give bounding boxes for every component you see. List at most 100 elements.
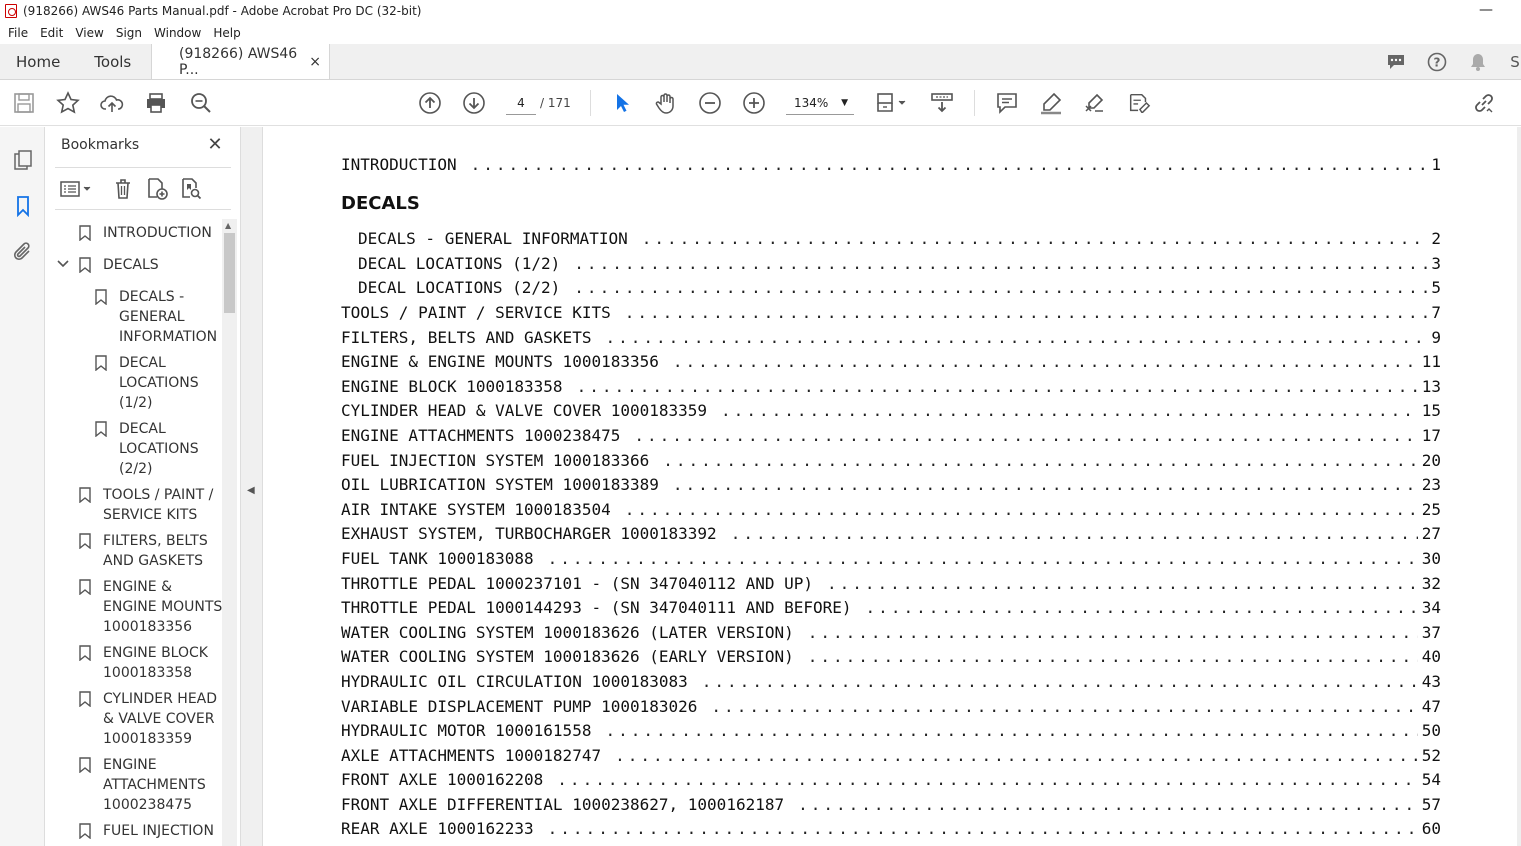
toc-row[interactable]: INTRODUCTION............................… bbox=[341, 155, 1441, 179]
bookmark-star-icon[interactable] bbox=[56, 91, 80, 115]
toc-row[interactable]: AIR INTAKE SYSTEM 1000183504............… bbox=[341, 500, 1441, 524]
toc-row[interactable]: ENGINE BLOCK 1000183358.................… bbox=[341, 377, 1441, 401]
toc-row[interactable]: WATER COOLING SYSTEM 1000183626 (LATER V… bbox=[341, 623, 1441, 647]
bookmark-tools-paint-service-kits[interactable]: TOOLS / PAINT / SERVICE KITS bbox=[79, 485, 213, 525]
scrollbar-thumb[interactable] bbox=[224, 233, 235, 313]
toc-row[interactable]: OIL LUBRICATION SYSTEM 1000183389.......… bbox=[341, 475, 1441, 499]
hand-tool-icon[interactable] bbox=[654, 91, 678, 115]
toc-row[interactable]: TOOLS / PAINT / SERVICE KITS............… bbox=[341, 303, 1441, 327]
toc-row[interactable]: THROTTLE PEDAL 1000144293 - (SN 34704011… bbox=[341, 598, 1441, 622]
menu-sign[interactable]: Sign bbox=[116, 26, 142, 40]
draw-sign-icon[interactable] bbox=[1083, 91, 1107, 115]
notifications-bell-icon[interactable] bbox=[1468, 52, 1488, 72]
toc-row[interactable]: DECAL LOCATIONS (2/2)...................… bbox=[358, 278, 1441, 302]
bookmark-options-icon[interactable] bbox=[59, 177, 93, 201]
delete-bookmark-icon[interactable] bbox=[111, 177, 135, 201]
toc-row[interactable]: CYLINDER HEAD & VALVE COVER 1000183359..… bbox=[341, 401, 1441, 425]
toc-row[interactable]: FUEL INJECTION SYSTEM 1000183366........… bbox=[341, 451, 1441, 475]
bookmark-engine-attachments[interactable]: ENGINE ATTACHMENTS 1000238475 bbox=[79, 755, 206, 815]
new-bookmark-icon[interactable] bbox=[145, 177, 169, 201]
bookmarks-icon[interactable] bbox=[12, 195, 34, 217]
scroll-up-arrow-icon[interactable]: ▲ bbox=[225, 221, 231, 230]
document-scrollbar[interactable] bbox=[1517, 127, 1521, 846]
print-icon[interactable] bbox=[144, 91, 168, 115]
bookmark-engine-mounts[interactable]: ENGINE & ENGINE MOUNTS 1000183356 bbox=[79, 577, 222, 637]
bookmark-decals-general-information[interactable]: DECALS - GENERAL INFORMATION bbox=[95, 287, 217, 347]
bookmark-cylinder-head[interactable]: CYLINDER HEAD & VALVE COVER 1000183359 bbox=[79, 689, 217, 749]
bookmark-engine-block[interactable]: ENGINE BLOCK 1000183358 bbox=[79, 643, 208, 683]
account-icon[interactable]: S bbox=[1509, 52, 1521, 72]
toc-row[interactable]: ENGINE ATTACHMENTS 1000238475...........… bbox=[341, 426, 1441, 450]
close-tab-icon[interactable]: × bbox=[309, 54, 321, 70]
bookmark-label: FILTERS, BELTS AND GASKETS bbox=[103, 533, 208, 569]
toc-row[interactable]: HYDRAULIC OIL CIRCULATION 1000183083....… bbox=[341, 672, 1441, 696]
tab-document[interactable]: (918266) AWS46 P... × bbox=[152, 44, 330, 79]
bookmark-decals[interactable]: DECALS bbox=[57, 255, 159, 275]
menu-file[interactable]: File bbox=[8, 26, 28, 40]
document-tab-label: (918266) AWS46 P... bbox=[179, 45, 298, 78]
page-display-icon[interactable] bbox=[874, 91, 910, 115]
toc-row[interactable]: FRONT AXLE DIFFERENTIAL 1000238627, 1000… bbox=[341, 795, 1441, 819]
acrobat-pdf-icon bbox=[5, 4, 17, 18]
edit-sign-icon[interactable] bbox=[1127, 91, 1151, 115]
toc-row[interactable]: FRONT AXLE 1000162208...................… bbox=[341, 770, 1441, 794]
comment-bubble-icon[interactable] bbox=[1386, 52, 1406, 72]
toc-row[interactable]: EXHAUST SYSTEM, TURBOCHARGER 1000183392.… bbox=[341, 524, 1441, 548]
bookmarks-tree: INTRODUCTION DECALS DECALS - GENERAL INFOR… bbox=[45, 219, 223, 846]
tab-tools[interactable]: Tools bbox=[94, 53, 131, 71]
find-bookmark-icon[interactable] bbox=[179, 177, 203, 201]
menu-help[interactable]: Help bbox=[213, 26, 240, 40]
toc-row[interactable]: THROTTLE PEDAL 1000237101 - (SN 34704011… bbox=[341, 574, 1441, 598]
toc-row[interactable]: ENGINE & ENGINE MOUNTS 1000183356.......… bbox=[341, 352, 1441, 376]
toc-row[interactable]: AXLE ATTACHMENTS 1000182747.............… bbox=[341, 746, 1441, 770]
select-cursor-icon[interactable] bbox=[610, 91, 634, 115]
bookmark-decal-locations-1[interactable]: DECAL LOCATIONS (1/2) bbox=[95, 353, 199, 413]
menu-edit[interactable]: Edit bbox=[40, 26, 63, 40]
highlight-pen-icon[interactable] bbox=[1039, 91, 1063, 115]
document-view[interactable]: INTRODUCTION............................… bbox=[263, 127, 1521, 846]
toc-row[interactable]: WATER COOLING SYSTEM 1000183626 (EARLY V… bbox=[341, 647, 1441, 671]
collapse-panel-arrow-icon[interactable]: ◀ bbox=[247, 485, 255, 496]
page-number-input[interactable]: 4 bbox=[506, 91, 536, 115]
save-icon[interactable] bbox=[12, 91, 36, 115]
bookmark-introduction[interactable]: INTRODUCTION bbox=[79, 223, 212, 243]
panel-collapse-strip[interactable]: ◀ bbox=[240, 127, 263, 846]
chevron-down-icon[interactable] bbox=[57, 256, 69, 276]
next-page-icon[interactable] bbox=[462, 91, 486, 115]
zoom-level-select[interactable]: 134% ▼ bbox=[786, 91, 854, 115]
bookmarks-scrollbar[interactable]: ▲ bbox=[222, 219, 237, 846]
bookmark-flag-icon bbox=[79, 533, 91, 549]
tab-home[interactable]: Home bbox=[16, 53, 60, 71]
zoom-search-icon[interactable] bbox=[189, 91, 213, 115]
zoom-in-icon[interactable] bbox=[742, 91, 766, 115]
minimize-button[interactable]: — bbox=[1479, 2, 1493, 18]
left-navigation-rail bbox=[0, 127, 45, 846]
header-right-icons: ? S bbox=[1365, 44, 1521, 79]
help-icon[interactable]: ? bbox=[1427, 52, 1447, 72]
toc-row[interactable]: FUEL TANK 1000183088....................… bbox=[341, 549, 1441, 573]
toc-row[interactable]: HYDRAULIC MOTOR 1000161558..............… bbox=[341, 721, 1441, 745]
attachments-paperclip-icon[interactable] bbox=[12, 241, 34, 263]
scroll-mode-icon[interactable] bbox=[930, 91, 954, 115]
zoom-out-icon[interactable] bbox=[698, 91, 722, 115]
menu-window[interactable]: Window bbox=[154, 26, 201, 40]
toc-row[interactable]: DECALS - GENERAL INFORMATION............… bbox=[358, 229, 1441, 253]
toc-row[interactable]: DECAL LOCATIONS (1/2)...................… bbox=[358, 254, 1441, 278]
toc-row[interactable]: VARIABLE DISPLACEMENT PUMP 1000183026...… bbox=[341, 697, 1441, 721]
bookmark-fuel-injection[interactable]: FUEL INJECTION bbox=[79, 821, 214, 841]
bookmarks-panel: Bookmarks ✕ INTRODUCTION DECALS DECALS -… bbox=[45, 127, 240, 846]
toc-row[interactable]: REAR AXLE 1000162233....................… bbox=[341, 819, 1441, 843]
bookmark-filters-belts-gaskets[interactable]: FILTERS, BELTS AND GASKETS bbox=[79, 531, 208, 571]
upload-cloud-icon[interactable] bbox=[100, 91, 124, 115]
share-link-icon[interactable] bbox=[1472, 91, 1496, 115]
bookmark-label: FUEL INJECTION bbox=[103, 823, 214, 839]
menu-view[interactable]: View bbox=[75, 26, 103, 40]
bookmark-label: DECALS - GENERAL INFORMATION bbox=[119, 289, 218, 345]
bookmark-decal-locations-2[interactable]: DECAL LOCATIONS (2/2) bbox=[95, 419, 199, 479]
previous-page-icon[interactable] bbox=[418, 91, 442, 115]
close-icon[interactable]: ✕ bbox=[205, 135, 225, 155]
page-thumbnails-icon[interactable] bbox=[12, 149, 34, 171]
toc-row[interactable]: FILTERS, BELTS AND GASKETS..............… bbox=[341, 328, 1441, 352]
add-comment-icon[interactable] bbox=[995, 91, 1019, 115]
toolbar-divider bbox=[590, 90, 591, 116]
